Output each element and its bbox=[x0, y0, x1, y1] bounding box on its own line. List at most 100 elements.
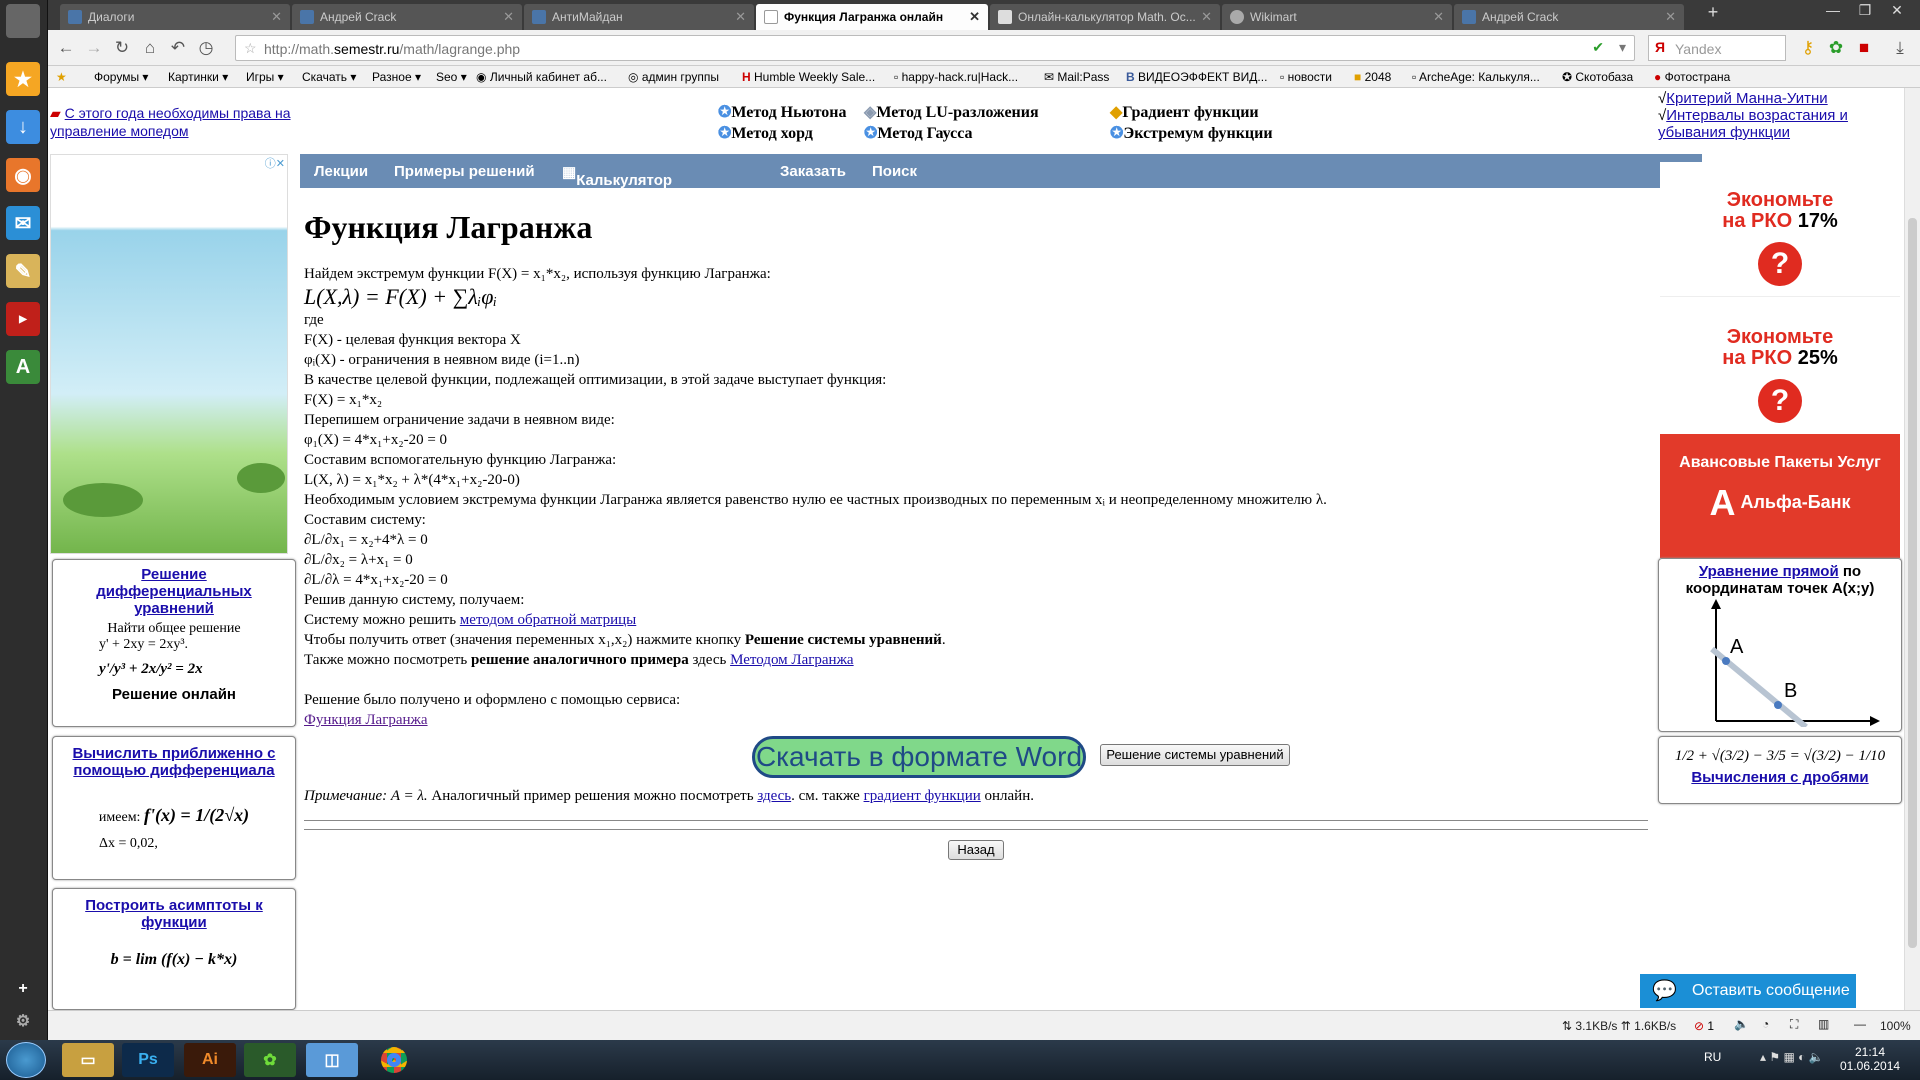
clock[interactable]: 21:14 01.06.2014 bbox=[1840, 1045, 1900, 1073]
method-link[interactable]: ✪Метод хорд bbox=[718, 123, 813, 143]
turbo-icon[interactable]: ◔ bbox=[1762, 1017, 1769, 1031]
gradient-link[interactable]: градиент функции bbox=[864, 788, 981, 804]
menu-item-lectures[interactable]: Лекции bbox=[314, 163, 368, 180]
opera-icon[interactable]: ◫ bbox=[306, 1043, 358, 1077]
bookmark-item[interactable]: ◎ админ группы bbox=[628, 70, 719, 84]
new-tab-icon[interactable]: + bbox=[1698, 2, 1728, 24]
method-link[interactable]: ◈Метод LU-разложения bbox=[864, 102, 1039, 122]
bookmark-item[interactable]: Разное ▾ bbox=[372, 70, 421, 84]
tray-icons[interactable]: ▴ ⚑ ▦ ◐ 🔈 bbox=[1760, 1050, 1824, 1064]
bookmark-item[interactable]: Игры ▾ bbox=[246, 70, 284, 84]
tab[interactable]: АнтиМайдан ✕ bbox=[524, 4, 754, 30]
chat-button[interactable]: 💬 Оставить сообщение bbox=[1640, 974, 1856, 1008]
panel-icon[interactable]: ▥ bbox=[1818, 1017, 1829, 1031]
home-icon[interactable]: ⌂ bbox=[138, 36, 162, 60]
messages-icon[interactable]: ✉ bbox=[6, 206, 40, 240]
bookmark-item[interactable]: Картинки ▾ bbox=[168, 70, 228, 84]
youtube-icon[interactable]: ▶ bbox=[6, 302, 40, 336]
sound-icon[interactable]: 🔈 bbox=[1734, 1017, 1749, 1031]
chrome-icon[interactable] bbox=[368, 1043, 420, 1077]
bookmark-item[interactable]: Форумы ▾ bbox=[94, 70, 148, 84]
tab[interactable]: Wikimart ✕ bbox=[1222, 4, 1452, 30]
promo-link[interactable]: Построить асимптоты к функции bbox=[53, 897, 295, 931]
blocked-icon[interactable]: ⊘ 1 bbox=[1694, 1019, 1714, 1033]
bookmark-item[interactable]: ✪ Скотобаза bbox=[1562, 70, 1633, 84]
icq-icon[interactable]: ✿ bbox=[244, 1043, 296, 1077]
explorer-icon[interactable]: ▭ bbox=[62, 1043, 114, 1077]
method-link[interactable]: ✪Метод Ньютона bbox=[718, 102, 846, 122]
tab[interactable]: Онлайн-калькулятор Math. Ос... ✕ bbox=[990, 4, 1220, 30]
address-field[interactable]: ☆ http://math.semestr.ru/math/lagrange.p… bbox=[235, 35, 1635, 61]
fractions-link[interactable]: Вычисления с дробями bbox=[1691, 769, 1868, 786]
service-link[interactable]: Функция Лагранжа bbox=[304, 712, 428, 728]
bookmark-item[interactable]: ▫ happy-hack.ru|Hack... bbox=[894, 70, 1018, 84]
bookmarks-star-icon[interactable]: ★ bbox=[56, 70, 67, 84]
user-avatar[interactable] bbox=[6, 4, 40, 38]
bookmark-item[interactable]: ● Фотострана bbox=[1654, 70, 1730, 84]
notice-link[interactable]: С этого года необходимы права на управле… bbox=[50, 105, 291, 139]
photoshop-icon[interactable]: Ps bbox=[122, 1043, 174, 1077]
vertical-scrollbar[interactable] bbox=[1904, 88, 1920, 1010]
close-tab-icon[interactable]: ✕ bbox=[1433, 9, 1444, 25]
tab[interactable]: Андрей Crack ✕ bbox=[1454, 4, 1684, 30]
close-tab-icon[interactable]: ✕ bbox=[271, 9, 282, 25]
notes-icon[interactable]: ✎ bbox=[6, 254, 40, 288]
menu-item-calculator[interactable]: ▦ Калькулятор по математике bbox=[562, 163, 672, 223]
menu-icon[interactable]: ☰ bbox=[1916, 36, 1920, 60]
bookmark-item[interactable]: ◉ Личный кабинет аб... bbox=[476, 70, 607, 84]
method-link[interactable]: ✪Метод Гаусса bbox=[864, 123, 973, 143]
dropdown-icon[interactable]: ▾ bbox=[1619, 39, 1626, 56]
note-here-link[interactable]: здесь bbox=[757, 788, 791, 804]
ad-close-icon[interactable]: ⓘ✕ bbox=[265, 155, 285, 171]
close-tab-icon[interactable]: ✕ bbox=[1665, 9, 1676, 25]
bookmark-item[interactable]: ▫ ArcheAge: Калькуля... bbox=[1412, 70, 1540, 84]
tab-active[interactable]: Функция Лагранжа онлайн ✕ bbox=[756, 4, 988, 30]
menu-item-order[interactable]: Заказать bbox=[780, 163, 846, 180]
close-tab-icon[interactable]: ✕ bbox=[1201, 9, 1212, 25]
forward-icon[interactable]: → bbox=[82, 36, 106, 60]
solve-system-button[interactable]: Решение системы уравнений bbox=[1100, 744, 1290, 766]
fit-icon[interactable]: ⛶ bbox=[1790, 1017, 1798, 1032]
start-button-icon[interactable] bbox=[6, 1042, 46, 1078]
history-icon[interactable]: ◷ bbox=[194, 36, 218, 60]
bookmark-item[interactable]: ■ 2048 bbox=[1354, 70, 1391, 84]
menu-item-search[interactable]: Поиск bbox=[872, 163, 917, 180]
speed-dial-icon[interactable]: ★ bbox=[6, 62, 40, 96]
downloads-icon[interactable]: ↓ bbox=[6, 110, 40, 144]
ad-bank[interactable]: Экономьте на РКО 17% ? Экономьте на РКО … bbox=[1660, 162, 1900, 558]
close-tab-icon[interactable]: ✕ bbox=[735, 9, 746, 25]
menu-item-examples[interactable]: Примеры решений bbox=[394, 163, 535, 180]
method-link[interactable]: ◆Градиент функции bbox=[1110, 102, 1259, 122]
language-indicator[interactable]: RU bbox=[1704, 1050, 1721, 1064]
back-icon[interactable]: ← bbox=[54, 36, 78, 60]
settings-icon[interactable]: ⚙ bbox=[6, 1004, 40, 1038]
download-word-button[interactable]: Скачать в формате Word bbox=[752, 736, 1086, 778]
reload-icon[interactable]: ↻ bbox=[110, 36, 134, 60]
lagrange-method-link[interactable]: Методом Лагранжа bbox=[730, 652, 854, 668]
bookmark-star-icon[interactable]: ☆ bbox=[244, 40, 257, 57]
download-icon[interactable]: ⤓ bbox=[1888, 36, 1912, 60]
adblock-icon[interactable]: ■ bbox=[1852, 36, 1876, 60]
illustrator-icon[interactable]: Ai bbox=[184, 1043, 236, 1077]
search-input[interactable]: Я Yandex bbox=[1648, 35, 1786, 61]
promo-link[interactable]: Вычислить приближенно с помощью дифферен… bbox=[53, 745, 295, 779]
method-link[interactable]: ✪Экстремум функции bbox=[1110, 123, 1273, 143]
close-tab-icon[interactable]: ✕ bbox=[969, 9, 980, 25]
mann-whitney-link[interactable]: Критерий Манна-Уитни bbox=[1666, 90, 1827, 107]
undo-icon[interactable]: ↶ bbox=[166, 36, 190, 60]
bookmark-item[interactable]: ▫ новости bbox=[1280, 70, 1332, 84]
rss-icon[interactable]: ◉ bbox=[6, 158, 40, 192]
inverse-matrix-link[interactable]: методом обратной матрицы bbox=[460, 612, 636, 628]
bookmark-item[interactable]: Скачать ▾ bbox=[302, 70, 356, 84]
translate-icon[interactable]: A bbox=[6, 350, 40, 384]
bookmark-item[interactable]: B ВИДЕОЭФФЕКТ ВИД... bbox=[1126, 70, 1267, 84]
back-button[interactable]: Назад bbox=[948, 840, 1004, 860]
bookmark-item[interactable]: Seo ▾ bbox=[436, 70, 467, 84]
maximize-icon[interactable]: ❐ bbox=[1850, 2, 1880, 24]
minimize-icon[interactable]: — bbox=[1818, 2, 1848, 24]
close-window-icon[interactable]: ✕ bbox=[1882, 2, 1912, 24]
extension-icon[interactable]: ✿ bbox=[1824, 36, 1848, 60]
zoom-out-icon[interactable]: — bbox=[1854, 1017, 1866, 1031]
add-panel-icon[interactable]: + bbox=[6, 972, 40, 1006]
ad-banner-image[interactable]: ⓘ✕ bbox=[50, 154, 288, 554]
